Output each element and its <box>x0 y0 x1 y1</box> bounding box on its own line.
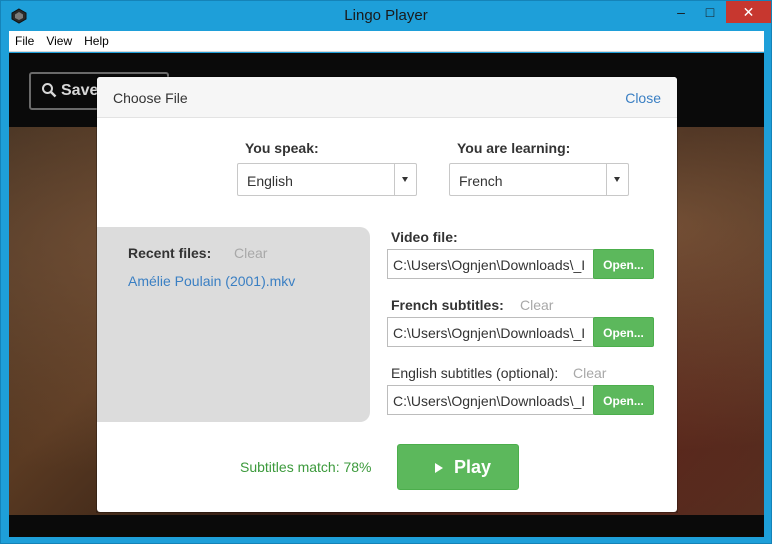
menu-file[interactable]: File <box>9 31 40 48</box>
menu-bar: File View Help <box>9 31 764 52</box>
english-subtitles-clear-link[interactable]: Clear <box>573 365 606 381</box>
you-speak-select[interactable]: English <box>237 163 417 196</box>
you-are-learning-select[interactable]: French <box>449 163 629 196</box>
play-button[interactable]: Play <box>397 444 519 490</box>
app-window: Lingo Player – □ ✕ File View Help Save Cho… <box>0 0 772 544</box>
recent-file-item[interactable]: Amélie Poulain (2001).mkv <box>128 273 295 289</box>
french-subtitles-input[interactable]: C:\Users\Ognjen\Downloads\_I <box>387 317 594 347</box>
you-speak-dropdown-toggle[interactable] <box>394 164 416 195</box>
you-are-learning-value: French <box>459 173 503 189</box>
english-subtitles-open-button[interactable]: Open... <box>593 385 654 415</box>
chevron-down-icon <box>614 177 620 182</box>
chevron-down-icon <box>402 177 408 182</box>
dialog-title: Choose File <box>113 90 188 106</box>
english-subtitles-input[interactable]: C:\Users\Ognjen\Downloads\_I <box>387 385 594 415</box>
dialog-header: Choose File Close <box>97 77 677 118</box>
menu-help[interactable]: Help <box>78 31 115 48</box>
you-speak-value: English <box>247 173 293 189</box>
you-are-learning-label: You are learning: <box>457 140 571 156</box>
french-subtitles-label: French subtitles: <box>391 297 504 313</box>
save-button-label: Save <box>61 82 99 99</box>
video-file-input[interactable]: C:\Users\Ognjen\Downloads\_I <box>387 249 594 279</box>
dialog-close-link[interactable]: Close <box>625 90 661 106</box>
english-subtitles-label: English subtitles (optional): <box>391 365 559 381</box>
recent-files-panel: Recent files: Clear Amélie Poulain (2001… <box>97 227 370 422</box>
menu-view[interactable]: View <box>40 31 78 48</box>
close-window-button[interactable]: ✕ <box>726 1 771 23</box>
window-title: Lingo Player <box>344 7 428 24</box>
you-are-learning-dropdown-toggle[interactable] <box>606 164 628 195</box>
recent-files-label: Recent files: <box>128 245 212 261</box>
french-subtitles-clear-link[interactable]: Clear <box>520 297 553 313</box>
video-file-label: Video file: <box>391 229 458 245</box>
play-icon <box>435 463 443 473</box>
play-button-label: Play <box>454 457 492 477</box>
title-bar[interactable]: Lingo Player – □ ✕ <box>1 1 771 31</box>
video-file-open-button[interactable]: Open... <box>593 249 654 279</box>
choose-file-dialog: Choose File Close You speak: English You… <box>97 77 677 512</box>
search-icon <box>42 83 57 98</box>
french-subtitles-open-button[interactable]: Open... <box>593 317 654 347</box>
maximize-button[interactable]: □ <box>695 1 725 23</box>
you-speak-label: You speak: <box>245 140 319 156</box>
recent-files-clear-link[interactable]: Clear <box>234 245 267 261</box>
subtitles-match-status: Subtitles match: 78% <box>240 459 372 475</box>
player-bottom-bar <box>9 515 764 537</box>
